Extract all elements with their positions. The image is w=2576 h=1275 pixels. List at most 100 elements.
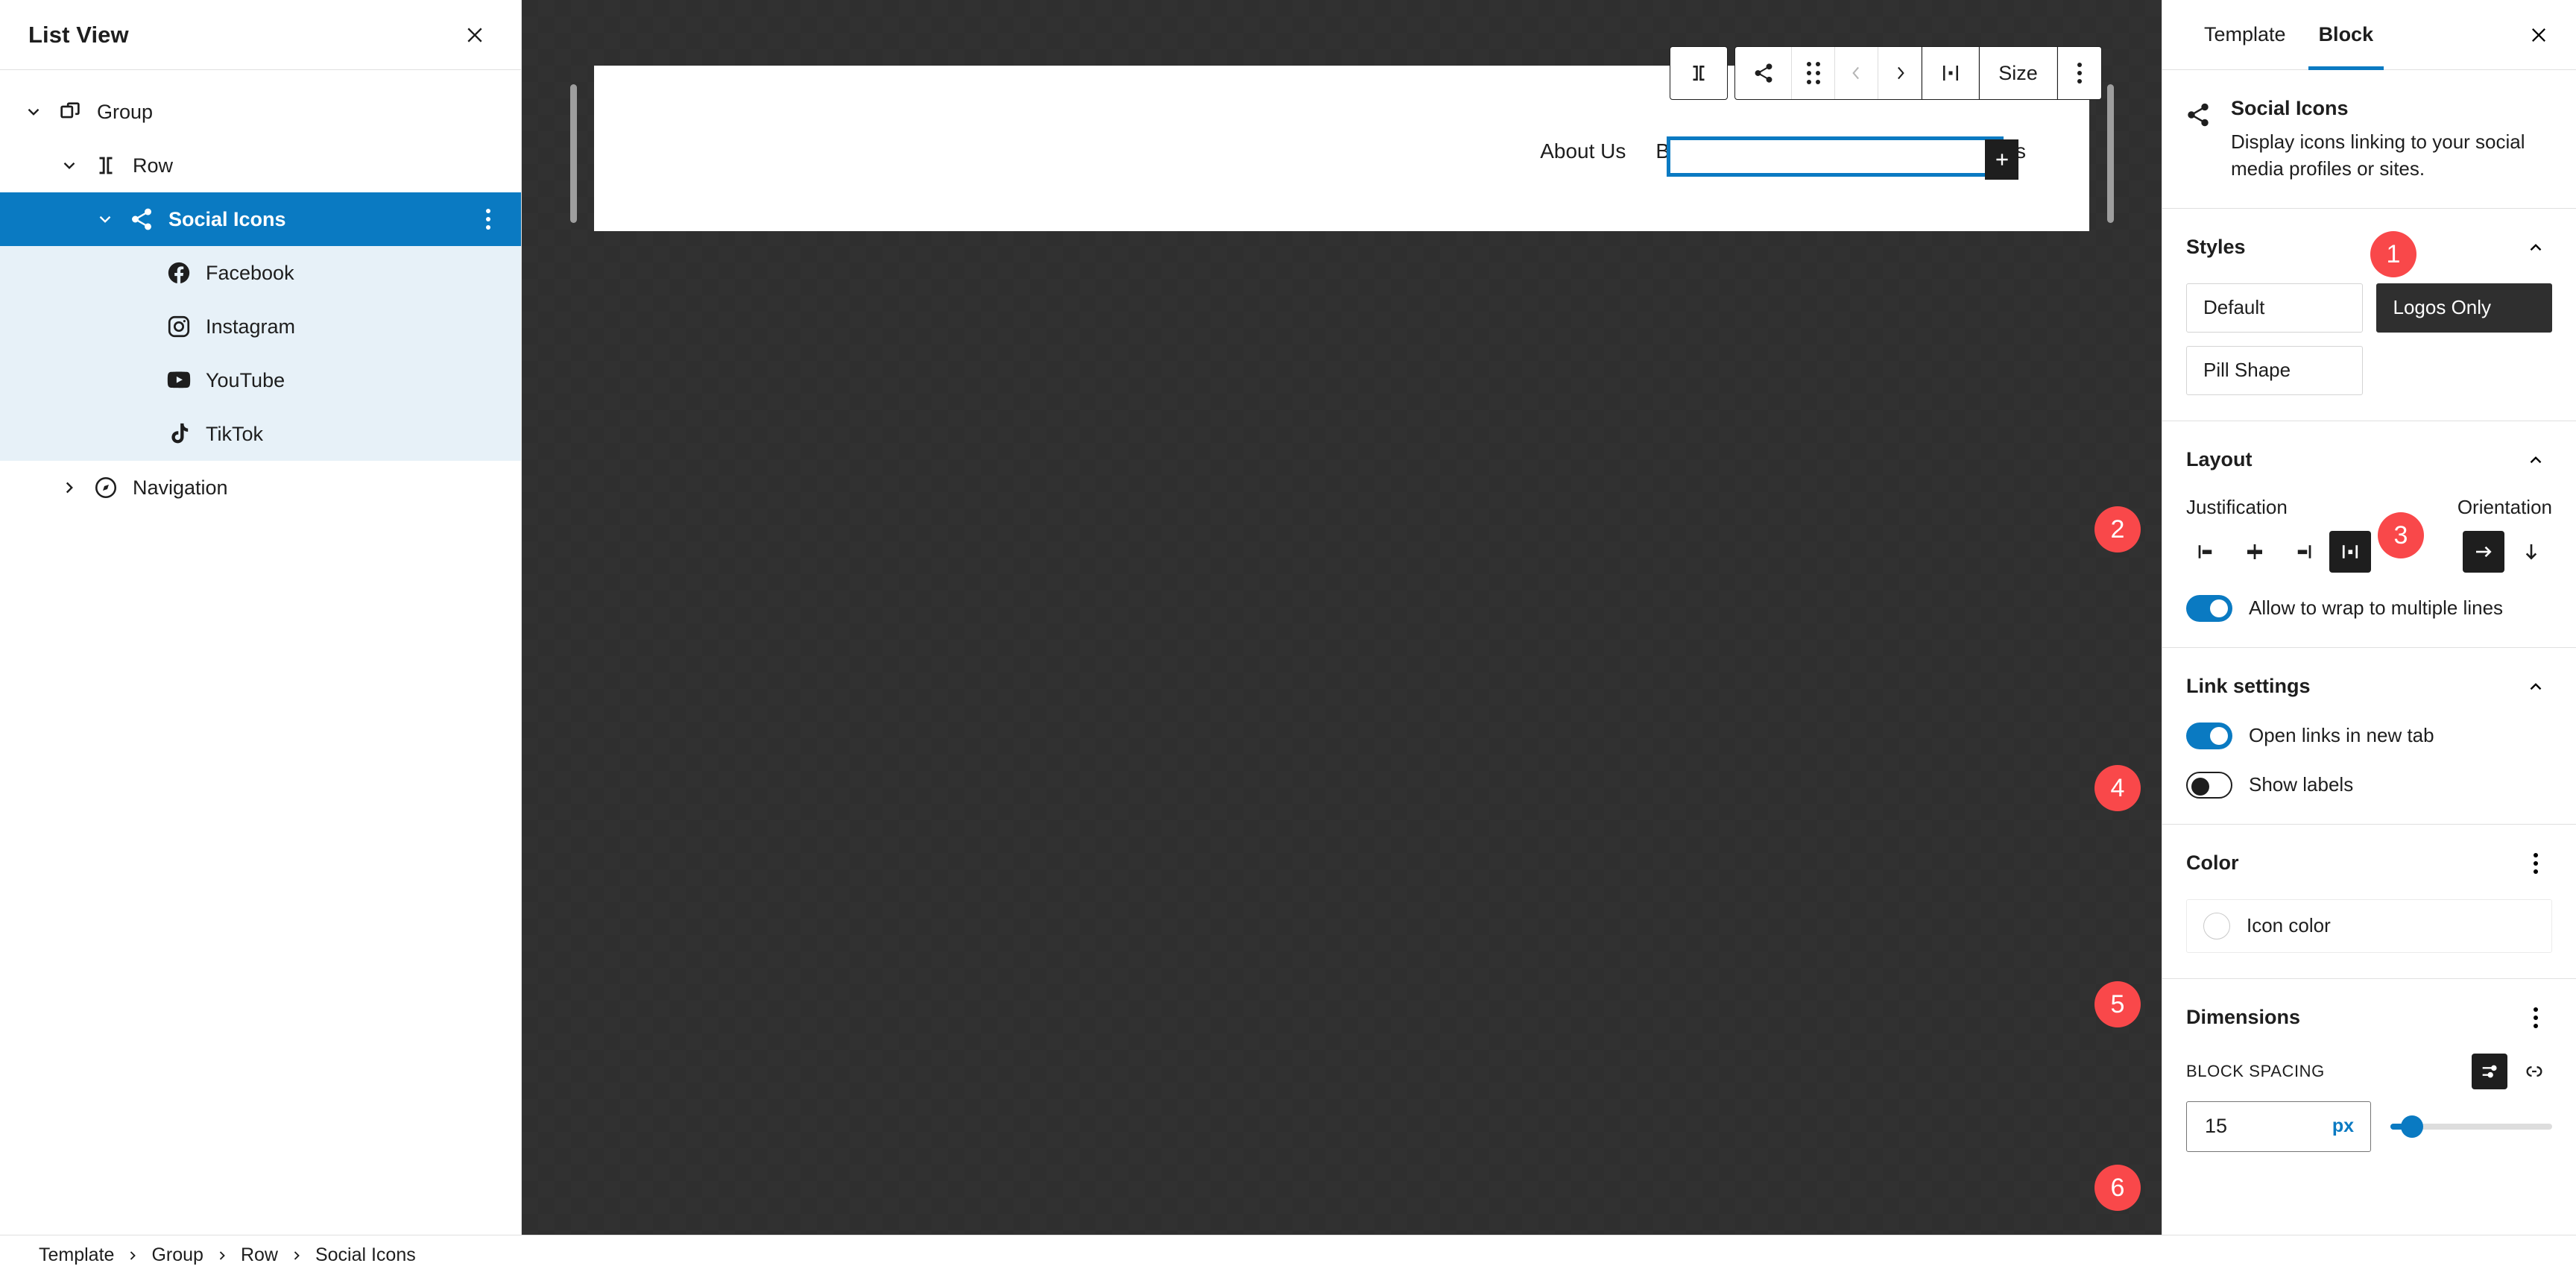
- breadcrumb-item-row[interactable]: Row: [236, 1244, 282, 1266]
- show-labels-toggle[interactable]: [2186, 771, 2232, 799]
- list-item-label: Social Icons: [168, 207, 286, 230]
- list-item-youtube[interactable]: YouTube: [0, 353, 521, 407]
- options-icon[interactable]: [2519, 847, 2552, 880]
- orientation-horizontal-icon[interactable]: [2463, 530, 2504, 573]
- justify-center-icon[interactable]: [2234, 531, 2276, 573]
- list-item-label: Navigation: [133, 476, 228, 499]
- icon-color-control[interactable]: Icon color: [2186, 898, 2552, 953]
- breadcrumb-item-group[interactable]: Group: [147, 1244, 207, 1266]
- style-option-pill-shape[interactable]: Pill Shape: [2186, 345, 2363, 395]
- block-spacing-input[interactable]: 15 px: [2186, 1101, 2371, 1152]
- allow-wrap-toggle[interactable]: [2186, 594, 2232, 622]
- icon-color-label: Icon color: [2247, 914, 2331, 937]
- list-item-navigation[interactable]: Navigation: [0, 461, 521, 514]
- list-item-label: TikTok: [206, 422, 264, 445]
- list-item-label: YouTube: [206, 368, 285, 391]
- justify-left-icon[interactable]: [2186, 531, 2228, 573]
- justify-right-icon[interactable]: [2282, 531, 2323, 573]
- settings-sidebar: Template Block Social Icons Display icon…: [2162, 0, 2576, 1235]
- link-settings-title: Link settings: [2186, 675, 2311, 698]
- list-item-label: Row: [133, 154, 174, 177]
- breadcrumb-item-template[interactable]: Template: [34, 1244, 119, 1266]
- chevron-up-icon[interactable]: [2519, 444, 2552, 476]
- move-down-icon[interactable]: [1878, 47, 1922, 99]
- style-option-logos-only[interactable]: Logos Only: [2375, 283, 2552, 333]
- justification-group: [2186, 530, 2371, 573]
- block-spacing-slider[interactable]: [2390, 1114, 2552, 1139]
- options-icon[interactable]: [472, 203, 505, 236]
- options-icon[interactable]: [2058, 47, 2101, 99]
- chevron-down-icon[interactable]: [88, 202, 122, 236]
- instagram-icon: [160, 307, 198, 346]
- slider-thumb[interactable]: [2401, 1115, 2423, 1138]
- tiktok-icon: [160, 415, 198, 453]
- list-item-instagram[interactable]: Instagram: [0, 300, 521, 353]
- layout-section-header: Layout: [2186, 444, 2552, 476]
- list-item-group[interactable]: Group: [0, 85, 521, 139]
- list-item-social-icons[interactable]: Social Icons: [0, 192, 521, 246]
- block-spacing-unit[interactable]: px: [2332, 1115, 2354, 1137]
- dimensions-title: Dimensions: [2186, 1006, 2301, 1029]
- tab-template[interactable]: Template: [2188, 0, 2302, 70]
- add-block-button[interactable]: [1985, 139, 2018, 180]
- chevron-right-icon: [208, 1248, 236, 1263]
- open-links-new-tab-toggle[interactable]: [2186, 722, 2232, 749]
- layout-title: Layout: [2186, 448, 2253, 471]
- block-editor-window: List View Group Row Social Icons Faceboo…: [0, 0, 2576, 1275]
- annotation-badge-2: 2: [2094, 506, 2141, 552]
- orientation-group: [2463, 530, 2552, 573]
- canvas-resize-handle-right[interactable]: [2107, 84, 2114, 223]
- list-item-tiktok[interactable]: TikTok: [0, 407, 521, 461]
- styles-section-header: Styles: [2186, 231, 2552, 264]
- drag-handle-icon[interactable]: [1792, 47, 1835, 99]
- list-item-row[interactable]: Row: [0, 139, 521, 192]
- close-icon[interactable]: [2519, 16, 2558, 54]
- block-spacing-header: BLOCK SPACING: [2186, 1053, 2552, 1089]
- block-spacing-tools: [2472, 1053, 2552, 1089]
- group-block-icon: [51, 92, 89, 131]
- tab-block[interactable]: Block: [2302, 0, 2390, 70]
- youtube-icon: [160, 361, 198, 400]
- justify-space-between-icon[interactable]: [2329, 530, 2371, 573]
- color-section-header: Color: [2186, 847, 2552, 880]
- row-block-icon: [86, 146, 125, 185]
- close-icon[interactable]: [455, 16, 494, 54]
- nav-link-about-us[interactable]: About Us: [1525, 139, 1641, 163]
- unlink-icon[interactable]: [2516, 1054, 2552, 1089]
- move-up-icon[interactable]: [1835, 47, 1878, 99]
- dimensions-section: Dimensions BLOCK SPACING 15 px: [2162, 979, 2576, 1177]
- options-icon[interactable]: [2519, 1001, 2552, 1034]
- annotation-badge-5: 5: [2094, 981, 2141, 1027]
- sliders-icon[interactable]: [2472, 1053, 2507, 1089]
- style-option-default[interactable]: Default: [2186, 283, 2363, 333]
- color-swatch: [2203, 912, 2230, 939]
- show-labels-row: Show labels: [2186, 771, 2552, 799]
- link-settings-header: Link settings: [2186, 670, 2552, 703]
- open-links-new-tab-label: Open links in new tab: [2249, 724, 2434, 747]
- link-settings-section: Link settings Open links in new tab Show…: [2162, 648, 2576, 825]
- block-description: Display icons linking to your social med…: [2231, 130, 2525, 180]
- wrap-toggle-row: Allow to wrap to multiple lines: [2186, 594, 2552, 622]
- chevron-down-icon[interactable]: [16, 95, 51, 129]
- chevron-right-icon[interactable]: [52, 470, 86, 505]
- block-type-button[interactable]: [1735, 47, 1792, 99]
- allow-wrap-label: Allow to wrap to multiple lines: [2249, 596, 2504, 620]
- block-title: Social Icons: [2231, 97, 2349, 119]
- breadcrumb: Template Group Row Social Icons: [0, 1235, 2576, 1275]
- chevron-down-icon[interactable]: [52, 148, 86, 183]
- list-item-facebook[interactable]: Facebook: [0, 246, 521, 300]
- show-labels-label: Show labels: [2249, 773, 2354, 796]
- breadcrumb-item-social-icons[interactable]: Social Icons: [311, 1244, 420, 1266]
- chevron-up-icon[interactable]: [2519, 231, 2552, 264]
- canvas-resize-handle-left[interactable]: [570, 84, 577, 223]
- orientation-vertical-icon[interactable]: [2510, 531, 2552, 573]
- align-center-icon[interactable]: [1922, 47, 1979, 99]
- social-icons-block-icon: [2185, 97, 2214, 183]
- styles-title: Styles: [2186, 236, 2246, 259]
- size-button[interactable]: Size: [1980, 47, 2057, 99]
- color-section: Color Icon color: [2162, 825, 2576, 979]
- chevron-up-icon[interactable]: [2519, 670, 2552, 703]
- select-parent-row-button[interactable]: [1670, 47, 1727, 99]
- social-icons-empty-block[interactable]: [1667, 136, 2004, 177]
- layout-labels: Justification Orientation: [2186, 496, 2552, 519]
